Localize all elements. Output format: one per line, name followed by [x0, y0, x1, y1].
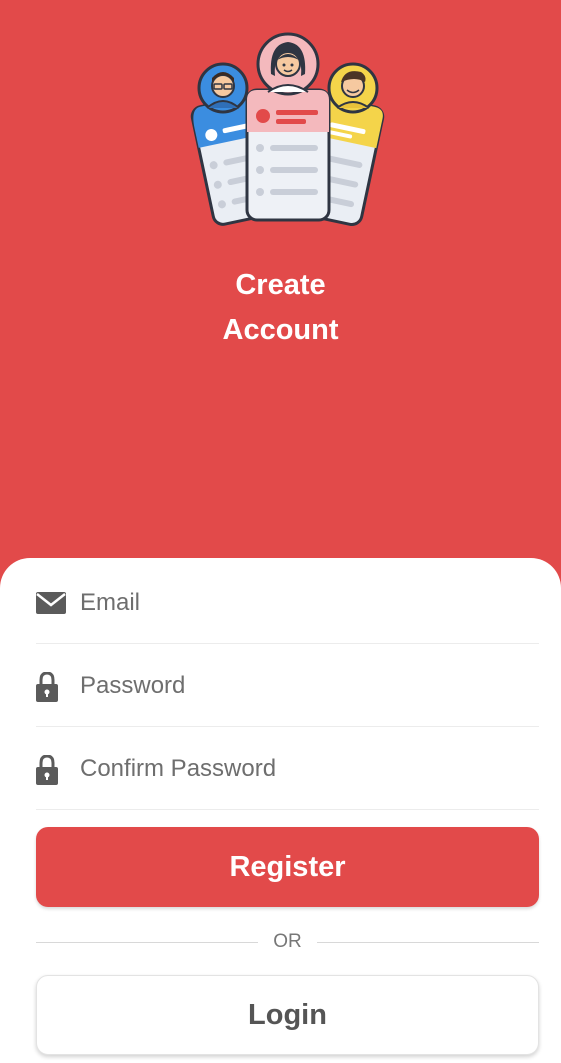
confirm-password-input[interactable]	[80, 728, 520, 809]
email-input[interactable]	[80, 562, 520, 643]
user-profile-cards-illustration	[190, 32, 385, 227]
email-field-row	[36, 562, 539, 644]
lock-icon	[36, 672, 58, 702]
header: Create Account	[0, 0, 561, 600]
password-input[interactable]	[80, 645, 520, 726]
password-field-row	[36, 645, 539, 727]
page-title-line1: Create	[235, 269, 326, 301]
lock-icon	[36, 755, 58, 785]
confirm-password-field-row	[36, 728, 539, 810]
login-button[interactable]: Login	[36, 975, 539, 1055]
register-button[interactable]: Register	[36, 827, 539, 907]
envelope-icon	[36, 592, 66, 614]
page-title-line2: Account	[222, 314, 339, 346]
or-divider: OR	[36, 930, 539, 954]
divider-line-right	[317, 942, 539, 943]
